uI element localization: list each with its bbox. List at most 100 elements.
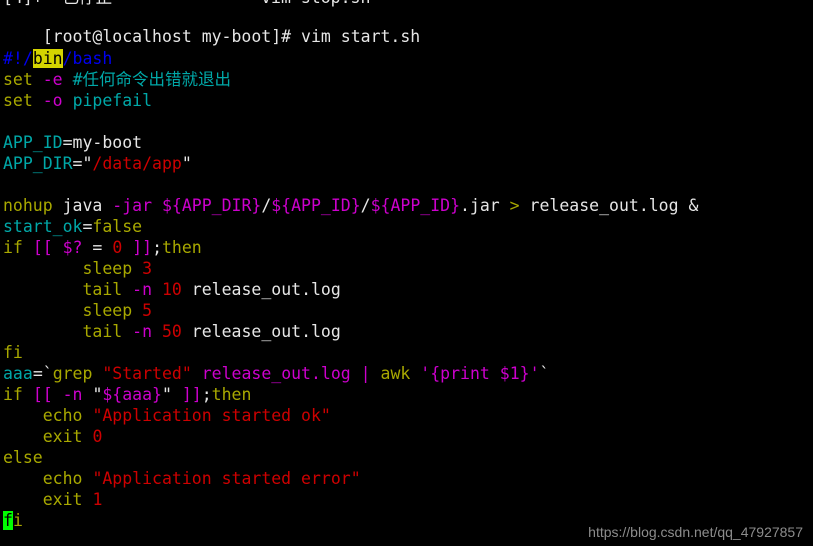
code-token: #!/ — [3, 49, 33, 68]
code-line[interactable]: set -o pipefail — [3, 90, 152, 111]
code-token: = — [82, 238, 113, 257]
code-line[interactable]: echo "Application started error" — [3, 468, 361, 489]
code-token: 0 — [112, 238, 123, 257]
code-token: = — [82, 217, 93, 236]
code-line[interactable] — [3, 111, 13, 132]
code-token: #任何命令出错就退出 — [72, 70, 231, 89]
code-line[interactable]: fi — [3, 510, 23, 531]
code-token: exit — [42, 490, 83, 509]
terminal-window[interactable]: [4]+ 已停止 vim stop.sh [root@localhost my-… — [0, 0, 813, 546]
code-token: 10 — [161, 280, 182, 299]
code-token: set — [3, 91, 43, 110]
code-token: pipefail — [72, 91, 153, 110]
code-token: "Application started ok" — [92, 406, 331, 425]
code-token: -n — [132, 280, 153, 299]
code-token: =my-boot — [62, 133, 143, 152]
code-line[interactable]: nohup java -jar ${APP_DIR}/${APP_ID}/${A… — [3, 195, 698, 216]
code-line[interactable]: echo "Application started ok" — [3, 405, 331, 426]
code-token: [[ — [32, 385, 53, 404]
code-token: tail — [82, 280, 123, 299]
text-cursor: f — [3, 511, 13, 530]
code-line[interactable]: set -e #任何命令出错就退出 — [3, 69, 231, 90]
code-token: / — [261, 196, 272, 215]
shell-prompt-line: [root@localhost my-boot]# vim start.sh — [3, 5, 421, 46]
code-token: "Started" — [102, 364, 192, 383]
code-token: "Application started error" — [92, 469, 361, 488]
code-line[interactable]: sleep 5 — [3, 300, 152, 321]
code-line[interactable]: exit 1 — [3, 489, 103, 510]
code-token: ; — [201, 385, 212, 404]
code-token: 1 — [92, 490, 103, 509]
code-line[interactable]: exit 0 — [3, 426, 103, 447]
code-token: then — [211, 385, 252, 404]
code-token: start_ok — [3, 217, 83, 236]
code-token: -n — [132, 322, 153, 341]
code-line[interactable] — [3, 174, 13, 195]
code-token: fi — [3, 343, 23, 362]
code-token: grep — [52, 364, 93, 383]
code-token: 50 — [161, 322, 182, 341]
code-line[interactable]: tail -n 50 release_out.log — [3, 321, 341, 342]
code-token: ${APP_ID} — [370, 196, 460, 215]
code-token: release_out.log — [201, 364, 351, 383]
code-token: -o — [42, 91, 63, 110]
code-token: nohup — [3, 196, 53, 215]
code-token: release_out.log — [519, 196, 689, 215]
code-token: " — [181, 154, 192, 173]
code-line[interactable]: #!/bin/bash — [3, 48, 112, 69]
code-token: sleep — [82, 301, 133, 320]
code-token: release_out.log — [181, 322, 341, 341]
code-line[interactable]: if [[ -n "${aaa}" ]];then — [3, 384, 251, 405]
code-token: else — [3, 448, 43, 467]
code-token: ` — [539, 364, 550, 383]
code-token: java — [52, 196, 113, 215]
code-token: ${APP_DIR} — [161, 196, 262, 215]
code-token: .jar — [460, 196, 510, 215]
code-line[interactable]: APP_DIR="/data/app" — [3, 153, 192, 174]
code-token: = — [32, 364, 43, 383]
code-token: ]] — [132, 238, 153, 257]
code-token: sleep — [82, 259, 133, 278]
code-token: " — [82, 154, 93, 173]
code-line[interactable]: sleep 3 — [3, 258, 152, 279]
code-line[interactable]: if [[ $? = 0 ]];then — [3, 237, 202, 258]
search-highlight: bin — [32, 49, 63, 68]
code-token: > — [509, 196, 520, 215]
code-token: ]] — [181, 385, 202, 404]
code-line[interactable]: else — [3, 447, 43, 468]
code-token: = — [72, 154, 83, 173]
code-token: -jar — [112, 196, 153, 215]
code-line[interactable]: tail -n 10 release_out.log — [3, 279, 340, 300]
code-token: exit — [42, 427, 83, 446]
code-line[interactable]: start_ok=false — [3, 216, 142, 237]
code-token: if — [3, 238, 33, 257]
code-line[interactable]: fi — [3, 342, 23, 363]
code-token: / — [360, 196, 371, 215]
code-token: 3 — [142, 259, 153, 278]
code-token: then — [162, 238, 202, 257]
code-line[interactable]: APP_ID=my-boot — [3, 132, 142, 153]
code-line[interactable]: aaa=`grep "Started" release_out.log | aw… — [3, 363, 549, 384]
code-token: | — [360, 364, 371, 383]
code-token: APP_DIR — [3, 154, 73, 173]
